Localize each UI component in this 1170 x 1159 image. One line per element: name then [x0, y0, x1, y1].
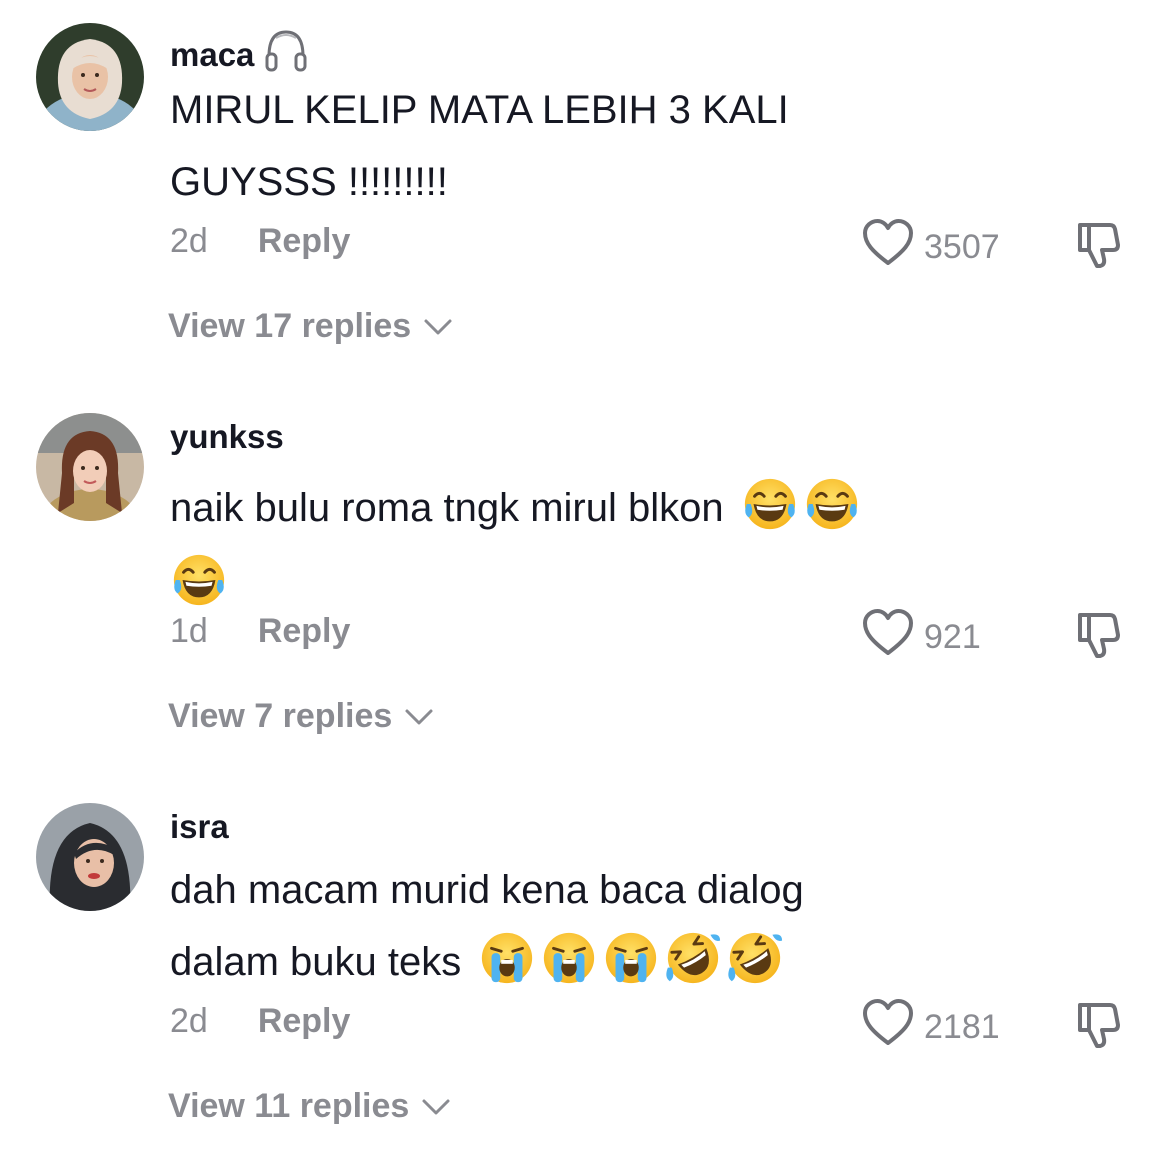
rolling-laughing-icon — [726, 929, 784, 987]
comment-text: dah macam murid kena baca dialog dalam b… — [170, 854, 990, 998]
view-replies-button[interactable]: View 7 replies — [168, 697, 434, 736]
reply-button[interactable]: Reply — [258, 1002, 351, 1041]
avatar[interactable] — [36, 803, 144, 911]
comment-age: 2d — [170, 1002, 208, 1040]
loudly-crying-icon — [540, 929, 598, 987]
like-count: 3507 — [924, 228, 1000, 266]
comment-meta: 2d Reply — [170, 222, 350, 261]
emoji-group — [478, 929, 784, 987]
loudly-crying-icon — [478, 929, 536, 987]
like-count: 921 — [924, 618, 981, 656]
dislike-button[interactable] — [1072, 219, 1122, 274]
comment-age: 1d — [170, 612, 208, 650]
avatar[interactable] — [36, 23, 144, 131]
dislike-button[interactable] — [1072, 999, 1122, 1054]
thumbs-down-outline-icon — [1072, 256, 1122, 273]
comment-meta: 1d Reply — [170, 612, 350, 651]
like-button[interactable]: 2181 — [862, 999, 1000, 1056]
comment-text: naik bulu roma tngk mirul blkon — [170, 472, 990, 616]
loudly-crying-icon — [602, 929, 660, 987]
view-replies-button[interactable]: View 17 replies — [168, 307, 453, 346]
comment-item: isra dah macam murid kena baca dialog da… — [0, 780, 1170, 1159]
comment-item: yunkss naik bulu roma tngk mirul blkon 1… — [0, 390, 1170, 780]
tears-of-joy-icon — [741, 475, 799, 533]
emoji-group — [170, 544, 990, 616]
rolling-laughing-icon — [664, 929, 722, 987]
username[interactable]: yunkss — [170, 418, 284, 456]
comment-text: MIRUL KELIP MATA LEBIH 3 KALI GUYSSS !!!… — [170, 88, 789, 204]
chevron-down-icon — [421, 1087, 451, 1126]
thumbs-down-outline-icon — [1072, 1036, 1122, 1053]
view-replies-button[interactable]: View 11 replies — [168, 1087, 451, 1126]
tears-of-joy-icon — [803, 475, 861, 533]
thumbs-down-outline-icon — [1072, 646, 1122, 663]
comment-meta: 2d Reply — [170, 1002, 350, 1041]
heart-outline-icon — [862, 609, 914, 666]
like-button[interactable]: 921 — [862, 609, 981, 666]
reply-button[interactable]: Reply — [258, 222, 351, 261]
comment-item: maca MIRUL KELIP MATA LEBIH 3 KALI GUYSS… — [0, 0, 1170, 390]
avatar[interactable] — [36, 413, 144, 521]
heart-outline-icon — [862, 219, 914, 276]
reply-button[interactable]: Reply — [258, 612, 351, 651]
chevron-down-icon — [404, 697, 434, 736]
tears-of-joy-icon — [170, 551, 228, 609]
heart-outline-icon — [862, 999, 914, 1056]
dislike-button[interactable] — [1072, 609, 1122, 664]
username[interactable]: isra — [170, 808, 229, 846]
chevron-down-icon — [423, 307, 453, 346]
comment-age: 2d — [170, 222, 208, 260]
like-button[interactable]: 3507 — [862, 219, 1000, 276]
emoji-group — [741, 475, 861, 533]
like-count: 2181 — [924, 1008, 1000, 1046]
